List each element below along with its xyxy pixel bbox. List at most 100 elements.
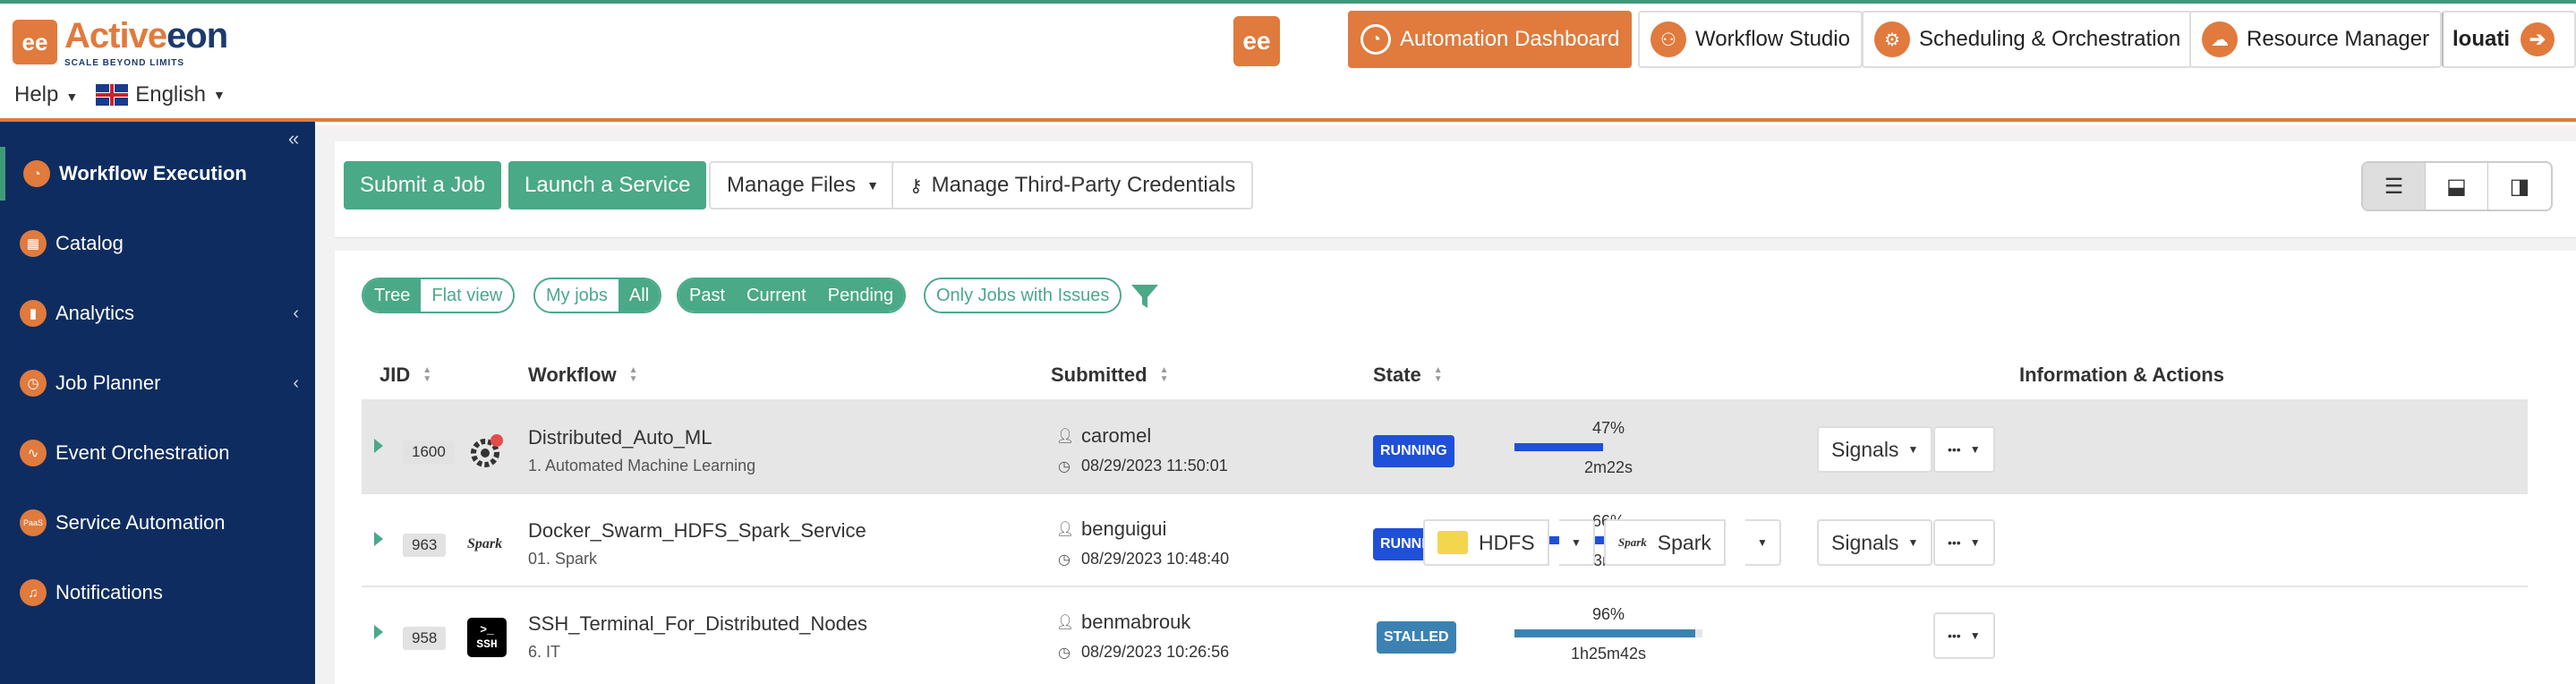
status-badge: RUNNING bbox=[1373, 435, 1454, 467]
chevron-left-icon: ‹ bbox=[293, 303, 299, 323]
activeeon-logo[interactable]: ee Activeeon SCALE BEYOND LIMITS bbox=[13, 16, 228, 68]
split-horizontal-view-icon[interactable]: ⬓ bbox=[2426, 163, 2488, 209]
more-actions-button[interactable]: ••• ▼ bbox=[1933, 612, 1995, 659]
spark-endpoint-dropdown[interactable]: ▼ bbox=[1745, 519, 1781, 566]
caret-down-icon: ▼ bbox=[866, 178, 879, 192]
submitter: 👤︎ caromel bbox=[1056, 424, 1152, 447]
hdfs-icon bbox=[1437, 531, 1468, 554]
caret-down-icon: ▼ bbox=[212, 88, 226, 102]
progress-fill bbox=[1514, 443, 1603, 451]
jobs-panel: Tree Flat view My jobs All Past Current … bbox=[335, 251, 2576, 684]
sidebar-item-analytics[interactable]: ▮ Analytics ‹ bbox=[0, 286, 315, 340]
expand-row-icon[interactable] bbox=[374, 439, 383, 453]
app-header: ee Activeeon SCALE BEYOND LIMITS Help ▼ E… bbox=[0, 4, 2576, 122]
language-selector[interactable]: English ▼ bbox=[96, 82, 226, 107]
key-icon: ⚷ bbox=[909, 175, 923, 196]
signals-button[interactable]: Signals ▼ bbox=[1817, 519, 1933, 566]
cloud-icon: ☁ bbox=[2202, 21, 2238, 57]
status-filter-toggle: Past Current Pending bbox=[677, 278, 907, 313]
status-badge: STALLED bbox=[1377, 621, 1456, 654]
toolbar: Submit a Job Launch a Service Manage Fil… bbox=[335, 141, 2576, 238]
workflow-bucket: 01. Spark bbox=[528, 550, 598, 568]
column-submitted[interactable]: Submitted ▲ ▼ bbox=[1051, 363, 1168, 387]
user-icon: 👤︎ bbox=[1056, 522, 1075, 537]
column-information-actions: Information & Actions bbox=[2019, 363, 2224, 386]
issues-filter: Only Jobs with Issues bbox=[924, 278, 1122, 313]
duration: 1h25m42s bbox=[1570, 645, 1647, 663]
all-jobs-toggle[interactable]: All bbox=[618, 279, 661, 312]
expand-row-icon[interactable] bbox=[374, 532, 383, 546]
expand-row-icon[interactable] bbox=[374, 625, 383, 639]
spark-endpoint-button[interactable]: Spark Spark bbox=[1604, 519, 1726, 566]
current-filter[interactable]: Current bbox=[736, 279, 817, 312]
spark-icon: Spark bbox=[467, 536, 503, 551]
table-row[interactable]: 958 >_ SSH SSH_Terminal_For_Distributed_N… bbox=[362, 586, 2528, 679]
nav-scheduling-orchestration[interactable]: ⚙ Scheduling & Orchestration bbox=[1862, 11, 2194, 68]
filter-icon[interactable] bbox=[1130, 281, 1160, 312]
logo-name-part2: eon bbox=[166, 16, 228, 56]
column-jid[interactable]: JID ▲ ▼ bbox=[380, 363, 431, 387]
progress-percent: 96% bbox=[1591, 605, 1625, 623]
automl-icon bbox=[471, 434, 503, 467]
activeeon-center-icon[interactable]: ee bbox=[1233, 16, 1280, 66]
hdfs-endpoint-dropdown[interactable]: ▼ bbox=[1559, 519, 1595, 566]
sidebar-item-notifications[interactable]: ♫ Notifications bbox=[0, 566, 315, 620]
logout-icon[interactable]: ➔ bbox=[2521, 22, 2555, 56]
nav-automation-dashboard[interactable]: ◔ Automation Dashboard bbox=[1348, 11, 1633, 68]
sidebar-item-service-automation[interactable]: PaaS Service Automation bbox=[0, 496, 315, 550]
my-jobs-toggle[interactable]: My jobs bbox=[535, 279, 618, 312]
list-view-icon[interactable]: ☰ bbox=[2363, 163, 2426, 209]
column-state[interactable]: State ▲ ▼ bbox=[1373, 363, 1443, 387]
progress-fill bbox=[1514, 629, 1695, 637]
more-actions-button[interactable]: ••• ▼ bbox=[1933, 519, 1995, 566]
chevron-left-icon: ‹ bbox=[293, 372, 299, 393]
workflow-icon: ⚇ bbox=[1651, 21, 1686, 57]
sidebar-item-event-orchestration[interactable]: ∿ Event Orchestration bbox=[0, 426, 315, 480]
caret-down-icon: ▼ bbox=[1907, 443, 1919, 456]
sidebar-item-catalog[interactable]: ▦ Catalog bbox=[0, 217, 315, 270]
workflow-name[interactable]: Distributed_Auto_ML bbox=[528, 426, 712, 449]
past-filter[interactable]: Past bbox=[678, 279, 737, 312]
workflow-name[interactable]: SSH_Terminal_For_Distributed_Nodes bbox=[528, 612, 867, 636]
split-vertical-view-icon[interactable]: ◨ bbox=[2488, 163, 2551, 209]
submitted-date: ◷ 08/29/2023 10:26:56 bbox=[1056, 643, 1229, 662]
nav-workflow-studio[interactable]: ⚇ Workflow Studio bbox=[1638, 11, 1863, 68]
manage-credentials-button[interactable]: ⚷ Manage Third-Party Credentials bbox=[891, 161, 1254, 209]
pulse-icon: ∿ bbox=[20, 440, 47, 466]
table-row[interactable]: 1600 Distributed_Auto_ML 1. Automated Ma… bbox=[362, 399, 2528, 492]
tree-view-toggle[interactable]: Tree bbox=[363, 279, 422, 312]
sidebar-item-job-planner[interactable]: ◷ Job Planner ‹ bbox=[0, 356, 315, 410]
submitted-date: ◷ 08/29/2023 11:50:01 bbox=[1056, 457, 1228, 475]
launch-service-button[interactable]: Launch a Service bbox=[508, 161, 707, 209]
clock-icon: ◷ bbox=[1058, 645, 1070, 661]
hdfs-endpoint-button[interactable]: HDFS bbox=[1423, 519, 1549, 566]
caret-down-icon: ▼ bbox=[1907, 536, 1919, 549]
manage-files-button[interactable]: Manage Files ▼ bbox=[709, 161, 897, 209]
user-menu[interactable]: louati ➔ bbox=[2442, 11, 2576, 68]
bell-icon: ♫ bbox=[20, 579, 47, 606]
help-menu[interactable]: Help ▼ bbox=[14, 82, 78, 107]
table-header: JID ▲ ▼ Workflow ▲ ▼ Submitted ▲ ▼ State ▲ ▼ Inf… bbox=[362, 349, 2528, 399]
flat-view-toggle[interactable]: Flat view bbox=[421, 279, 514, 312]
tree-flat-toggle: Tree Flat view bbox=[362, 278, 516, 313]
table-row[interactable]: 963 Spark Docker_Swarm_HDFS_Spark_Servic… bbox=[362, 492, 2528, 586]
signals-button[interactable]: Signals ▼ bbox=[1817, 426, 1933, 473]
view-mode-group: ☰ ⬓ ◨ bbox=[2361, 161, 2553, 211]
workflow-name[interactable]: Docker_Swarm_HDFS_Spark_Service bbox=[528, 519, 866, 543]
nav-resource-manager[interactable]: ☁ Resource Manager bbox=[2189, 11, 2443, 68]
logo-name-part1: Active bbox=[64, 16, 167, 56]
owner-filter-toggle: My jobs All bbox=[533, 278, 662, 313]
only-jobs-with-issues-toggle[interactable]: Only Jobs with Issues bbox=[925, 279, 1121, 312]
column-workflow[interactable]: Workflow ▲ ▼ bbox=[528, 363, 638, 387]
sidebar-item-workflow-execution[interactable]: ◔ Workflow Execution bbox=[0, 147, 315, 201]
spark-icon: Spark bbox=[1618, 535, 1647, 549]
submit-job-button[interactable]: Submit a Job bbox=[344, 161, 502, 209]
catalog-icon: ▦ bbox=[20, 230, 47, 257]
user-icon: 👤︎ bbox=[1056, 615, 1075, 630]
main-content: Submit a Job Launch a Service Manage Fil… bbox=[315, 125, 2576, 684]
progress-bar bbox=[1514, 629, 1702, 637]
paas-icon: PaaS bbox=[20, 509, 47, 536]
more-actions-button[interactable]: ••• ▼ bbox=[1933, 426, 1995, 473]
pending-filter[interactable]: Pending bbox=[816, 279, 905, 312]
sort-icon: ▲ ▼ bbox=[628, 365, 638, 384]
